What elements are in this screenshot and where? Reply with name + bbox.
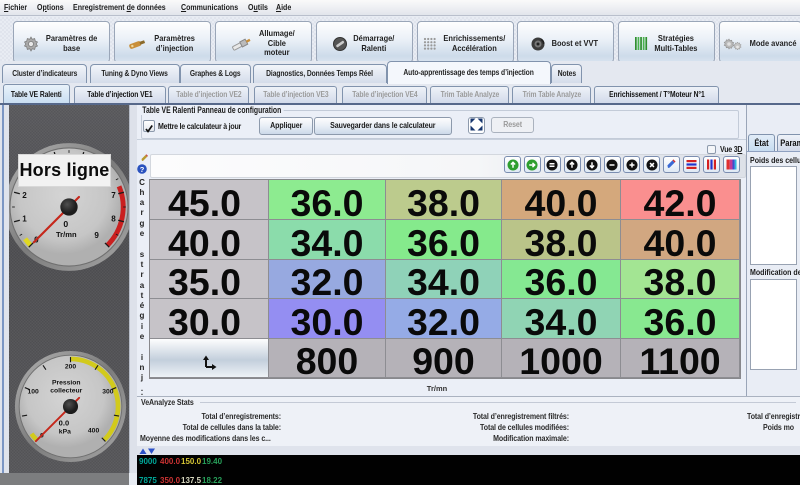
svg-text:Pression: Pression xyxy=(52,379,81,386)
svg-text:0: 0 xyxy=(63,219,68,229)
svg-text:0.0: 0.0 xyxy=(59,418,69,427)
svg-text:kPa: kPa xyxy=(59,428,71,435)
svg-text:9: 9 xyxy=(94,231,99,240)
svg-text:2: 2 xyxy=(22,191,27,200)
svg-text:1: 1 xyxy=(22,215,27,224)
svg-text:400: 400 xyxy=(88,427,100,434)
svg-text:300: 300 xyxy=(102,388,114,395)
svg-text:8: 8 xyxy=(111,215,116,224)
svg-text:100: 100 xyxy=(27,388,39,395)
svg-text:collecteur: collecteur xyxy=(50,387,82,394)
svg-text:?: ? xyxy=(140,165,145,174)
svg-text:Tr/mn: Tr/mn xyxy=(56,230,77,239)
svg-text:200: 200 xyxy=(65,363,77,370)
svg-text:7: 7 xyxy=(111,191,116,200)
